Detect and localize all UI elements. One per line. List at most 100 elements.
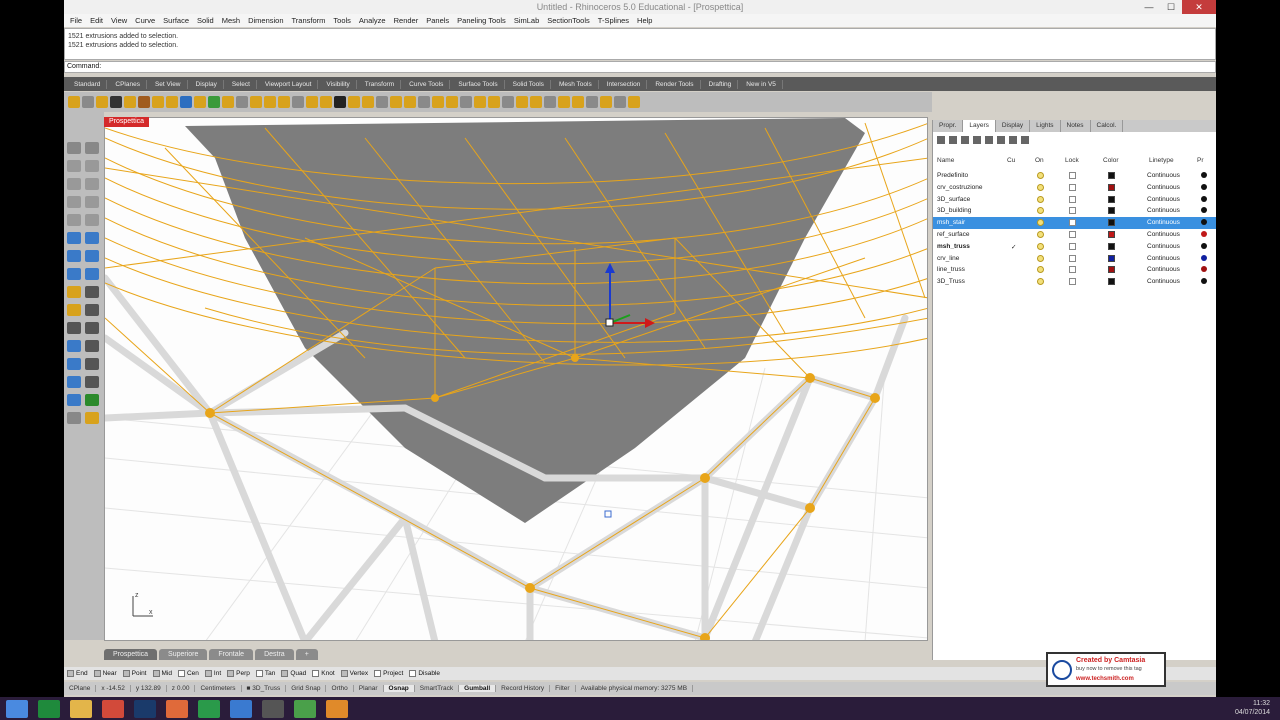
- layer-tool-icon[interactable]: [67, 412, 81, 424]
- layer-color-swatch[interactable]: [1108, 207, 1115, 215]
- osnap-tan[interactable]: Tan: [255, 670, 275, 677]
- tab-frontale[interactable]: Frontale: [209, 649, 254, 660]
- rotate-tool-icon[interactable]: [67, 322, 81, 334]
- layer-color-swatch[interactable]: [1108, 219, 1115, 227]
- new-sublayer-icon[interactable]: [949, 136, 957, 144]
- tab-select[interactable]: Select: [226, 79, 257, 89]
- header-on[interactable]: On: [1035, 157, 1044, 164]
- checkbox-icon[interactable]: [281, 670, 289, 677]
- solid-tool-icon[interactable]: [67, 250, 81, 262]
- layer-color-swatch[interactable]: [1108, 242, 1115, 250]
- sphere-tool-icon[interactable]: [85, 268, 99, 280]
- close-button[interactable]: ✕: [1182, 0, 1216, 14]
- help-icon[interactable]: [1021, 136, 1029, 144]
- command-line[interactable]: Command:: [64, 61, 1216, 73]
- layer-on-icon[interactable]: [1037, 172, 1044, 179]
- layer-linetype[interactable]: Continuous: [1147, 184, 1180, 191]
- layer-color-swatch[interactable]: [1108, 266, 1115, 274]
- mesh-tool-icon[interactable]: [85, 250, 99, 262]
- print-color-icon[interactable]: [1201, 183, 1207, 190]
- menu-view[interactable]: View: [107, 16, 131, 25]
- tool-icon[interactable]: [586, 96, 598, 108]
- line-tool-icon[interactable]: [67, 160, 81, 172]
- status-item[interactable]: Ortho: [326, 685, 354, 692]
- layer-linetype[interactable]: Continuous: [1147, 207, 1180, 214]
- layer-name[interactable]: Predefinito: [937, 172, 968, 179]
- status-item[interactable]: Available physical memory: 3275 MB: [576, 685, 694, 692]
- layer-color-swatch[interactable]: [1108, 195, 1115, 203]
- tool-icon[interactable]: [306, 96, 318, 108]
- layer-linetype[interactable]: Continuous: [1147, 255, 1180, 262]
- scale-tool-icon[interactable]: [85, 322, 99, 334]
- checkbox-icon[interactable]: [409, 670, 417, 677]
- tool-icon[interactable]: [180, 96, 192, 108]
- osnap-project[interactable]: Project: [374, 670, 403, 677]
- layer-linetype[interactable]: Continuous: [1147, 278, 1180, 285]
- lock-icon[interactable]: [1069, 231, 1076, 238]
- point-tool-icon[interactable]: [85, 142, 99, 154]
- tab-cplanes[interactable]: CPlanes: [109, 79, 147, 89]
- lock-icon[interactable]: [1069, 183, 1076, 191]
- layer-color-swatch[interactable]: [1108, 172, 1115, 179]
- layer-linetype[interactable]: Continuous: [1147, 196, 1180, 203]
- layer-on-icon[interactable]: [1037, 195, 1044, 203]
- layer-on-icon[interactable]: [1037, 254, 1044, 262]
- tool-icon[interactable]: [390, 96, 402, 108]
- lock-icon[interactable]: [1069, 219, 1076, 227]
- move-up-icon[interactable]: [973, 136, 981, 144]
- trim-tool-icon[interactable]: [85, 286, 99, 298]
- roof-surface[interactable]: [185, 118, 865, 523]
- layer-linetype[interactable]: Continuous: [1147, 172, 1180, 179]
- layer-name[interactable]: line_truss: [937, 266, 965, 273]
- tab-standard[interactable]: Standard: [68, 79, 108, 89]
- layer-row[interactable]: msh_truss ✓ Continuous: [933, 241, 1216, 253]
- layer-name[interactable]: msh_truss: [937, 243, 970, 250]
- layer-row[interactable]: msh_stair Continuous: [933, 217, 1216, 229]
- checkbox-icon[interactable]: [93, 670, 101, 677]
- menu-surface[interactable]: Surface: [159, 16, 193, 25]
- tab-mesh-tools[interactable]: Mesh Tools: [553, 79, 599, 89]
- layer-linetype[interactable]: Continuous: [1147, 243, 1180, 250]
- print-color-icon[interactable]: [1201, 219, 1207, 226]
- osnap-cen[interactable]: Cen: [177, 670, 199, 677]
- checkbox-icon[interactable]: [312, 670, 320, 677]
- copy-tool-icon[interactable]: [85, 304, 99, 316]
- osnap-knot[interactable]: Knot: [312, 670, 335, 677]
- menu-transform[interactable]: Transform: [288, 16, 330, 25]
- tool-icon[interactable]: [222, 96, 234, 108]
- lock-icon[interactable]: [1069, 278, 1076, 286]
- tab-properties[interactable]: Propr.: [933, 120, 964, 132]
- tool-icon[interactable]: [82, 96, 94, 108]
- layer-row[interactable]: 3D_Truss Continuous: [933, 276, 1216, 288]
- print-color-icon[interactable]: [1201, 207, 1207, 214]
- layer-row[interactable]: crv_line Continuous: [933, 253, 1216, 265]
- tool-icon[interactable]: [572, 96, 584, 108]
- checkbox-icon[interactable]: [122, 670, 130, 677]
- layer-name[interactable]: ref_surface: [937, 231, 970, 238]
- tool-icon[interactable]: [152, 96, 164, 108]
- checkbox-icon[interactable]: [227, 670, 235, 677]
- tab-transform[interactable]: Transform: [359, 79, 402, 89]
- menu-file[interactable]: File: [66, 16, 86, 25]
- polygon-tool-icon[interactable]: [67, 214, 81, 226]
- layer-name[interactable]: 3D_surface: [937, 196, 970, 203]
- tool-icon[interactable]: [236, 96, 248, 108]
- layer-on-icon[interactable]: [1037, 183, 1044, 191]
- tool-icon[interactable]: [558, 96, 570, 108]
- header-linetype[interactable]: Linetype: [1149, 157, 1174, 164]
- tool-icon[interactable]: [166, 96, 178, 108]
- viewport-title[interactable]: Prospettica: [104, 117, 150, 127]
- dimension-tool-icon[interactable]: [67, 376, 81, 388]
- layer-linetype[interactable]: Continuous: [1147, 219, 1180, 226]
- fillet-tool-icon[interactable]: [67, 286, 81, 298]
- print-color-icon[interactable]: [1201, 172, 1207, 178]
- layer-on-icon[interactable]: [1037, 207, 1044, 215]
- layer-on-icon[interactable]: [1037, 266, 1044, 274]
- tool-icon[interactable]: [544, 96, 556, 108]
- tool-icon[interactable]: [68, 96, 80, 108]
- checkbox-icon[interactable]: [255, 670, 263, 677]
- layer-linetype[interactable]: Continuous: [1147, 231, 1180, 238]
- layer-on-icon[interactable]: [1037, 231, 1044, 238]
- tool-icon[interactable]: [138, 96, 150, 108]
- checkbox-icon[interactable]: [177, 670, 185, 677]
